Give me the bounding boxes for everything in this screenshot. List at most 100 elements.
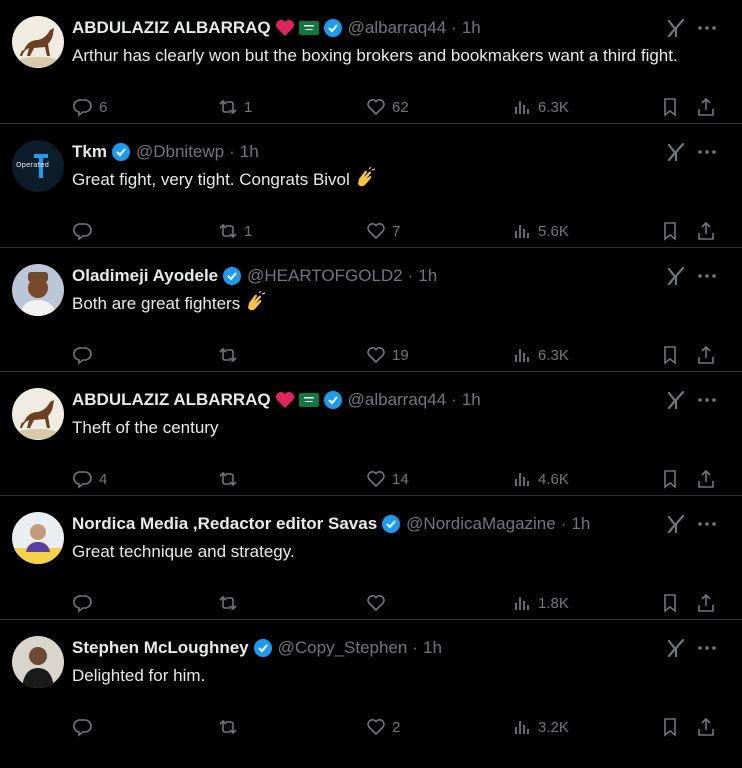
tweet[interactable]: ABDULAZIZ ALBARRAQ @albarraq44 · 1h Thef…: [0, 372, 742, 496]
reply-icon: [73, 223, 92, 241]
reply-button[interactable]: [73, 716, 99, 738]
tweet[interactable]: Nordica Media ,Redactor editor Savas @No…: [0, 496, 742, 620]
like-button[interactable]: 19: [366, 344, 409, 366]
grok-icon[interactable]: [666, 264, 686, 288]
avatar[interactable]: [12, 16, 64, 68]
share-button[interactable]: [696, 716, 716, 738]
display-name[interactable]: Nordica Media ,Redactor editor Savas: [72, 512, 377, 536]
grok-icon[interactable]: [666, 140, 686, 164]
share-button[interactable]: [696, 468, 716, 490]
views-chart-icon: [515, 597, 529, 610]
display-name[interactable]: ABDULAZIZ ALBARRAQ: [72, 388, 271, 412]
more-options-icon[interactable]: [696, 16, 718, 40]
timestamp[interactable]: 1h: [462, 16, 481, 40]
retweet-icon: [219, 347, 237, 363]
handle[interactable]: @albarraq44: [348, 388, 447, 412]
share-icon: [698, 345, 714, 364]
tweet-text: Great technique and strategy.: [72, 542, 295, 561]
retweet-button[interactable]: [218, 344, 244, 366]
retweet-button[interactable]: 1: [218, 96, 252, 118]
retweet-count: 1: [244, 98, 253, 116]
heart-icon: [367, 719, 385, 736]
avatar[interactable]: [12, 512, 64, 564]
display-name[interactable]: Tkm: [72, 140, 107, 164]
handle[interactable]: @NordicaMagazine: [406, 512, 556, 536]
views-button[interactable]: 6.3K: [512, 96, 569, 118]
avatar[interactable]: [12, 636, 64, 688]
like-button[interactable]: 2: [366, 716, 400, 738]
more-options-icon[interactable]: [696, 264, 718, 288]
handle[interactable]: @Dbnitewp: [136, 140, 224, 164]
views-button[interactable]: 5.6K: [512, 220, 569, 242]
reply-button[interactable]: [73, 344, 99, 366]
grok-icon[interactable]: [666, 636, 686, 660]
avatar[interactable]: [12, 388, 64, 440]
share-button[interactable]: [696, 344, 716, 366]
views-button[interactable]: 1.8K: [512, 592, 569, 614]
retweet-icon: [219, 99, 237, 115]
display-name[interactable]: Stephen McLoughney: [72, 636, 249, 660]
tweet-actions: 19 6.3K: [0, 344, 742, 366]
saudi-flag-icon: [298, 21, 319, 35]
more-options-icon[interactable]: [696, 636, 718, 660]
timestamp[interactable]: 1h: [423, 636, 442, 660]
bookmark-button[interactable]: [660, 220, 680, 242]
reply-button[interactable]: [73, 592, 99, 614]
like-button[interactable]: 7: [366, 220, 400, 242]
like-button[interactable]: 14: [366, 468, 409, 490]
reply-count: 4: [99, 470, 108, 488]
retweet-button[interactable]: [218, 468, 244, 490]
more-options-icon[interactable]: [696, 512, 718, 536]
handle[interactable]: @albarraq44: [348, 16, 447, 40]
views-button[interactable]: 6.3K: [512, 344, 569, 366]
handle[interactable]: @HEARTOFGOLD2: [247, 264, 403, 288]
tweet[interactable]: Operated Tkm @Dbnitewp · 1h Great fight,…: [0, 124, 742, 248]
display-name[interactable]: ABDULAZIZ ALBARRAQ: [72, 16, 271, 40]
grok-icon[interactable]: [666, 388, 686, 412]
bookmark-button[interactable]: [660, 592, 680, 614]
bookmark-button[interactable]: [660, 468, 680, 490]
retweet-button[interactable]: [218, 592, 244, 614]
views-chart-icon: [515, 349, 529, 362]
share-button[interactable]: [696, 592, 716, 614]
grok-icon[interactable]: [666, 512, 686, 536]
reply-button[interactable]: 6: [73, 96, 107, 118]
tweet[interactable]: ABDULAZIZ ALBARRAQ @albarraq44 · 1h Arth…: [0, 0, 742, 124]
avatar[interactable]: [12, 264, 64, 316]
bookmark-button[interactable]: [660, 716, 680, 738]
reply-button[interactable]: [73, 220, 99, 242]
reply-feed: ABDULAZIZ ALBARRAQ @albarraq44 · 1h Arth…: [0, 0, 742, 768]
tweet[interactable]: Stephen McLoughney @Copy_Stephen · 1h De…: [0, 620, 742, 768]
like-button[interactable]: [366, 592, 392, 614]
like-button[interactable]: 62: [366, 96, 409, 118]
view-count: 6.3K: [538, 98, 569, 116]
timestamp[interactable]: 1h: [571, 512, 590, 536]
verified-badge-icon: [323, 390, 343, 410]
views-button[interactable]: 4.6K: [512, 468, 569, 490]
bookmark-button[interactable]: [660, 344, 680, 366]
horse-avatar-icon: [12, 388, 64, 440]
like-count: 7: [392, 222, 401, 240]
bookmark-icon: [664, 346, 676, 365]
handle[interactable]: @Copy_Stephen: [278, 636, 408, 660]
timestamp[interactable]: 1h: [240, 140, 259, 164]
retweet-button[interactable]: 1: [218, 220, 252, 242]
more-options-icon[interactable]: [696, 140, 718, 164]
timestamp[interactable]: 1h: [418, 264, 437, 288]
timestamp[interactable]: 1h: [462, 388, 481, 412]
views-chart-icon: [515, 225, 529, 238]
bookmark-button[interactable]: [660, 96, 680, 118]
more-options-icon[interactable]: [696, 388, 718, 412]
tweet[interactable]: Oladimeji Ayodele @HEARTOFGOLD2 · 1h Bot…: [0, 248, 742, 372]
retweet-button[interactable]: [218, 716, 244, 738]
grok-icon[interactable]: [666, 16, 686, 40]
share-button[interactable]: [696, 96, 716, 118]
share-button[interactable]: [696, 220, 716, 242]
tweet-text: Great fight, very tight. Congrats Bivol: [72, 170, 350, 189]
avatar[interactable]: Operated: [12, 140, 64, 192]
reply-button[interactable]: 4: [73, 468, 107, 490]
views-button[interactable]: 3.2K: [512, 716, 569, 738]
display-name[interactable]: Oladimeji Ayodele: [72, 264, 218, 288]
like-count: 2: [392, 718, 401, 736]
tweet-header: ABDULAZIZ ALBARRAQ @albarraq44 · 1h: [72, 388, 652, 412]
